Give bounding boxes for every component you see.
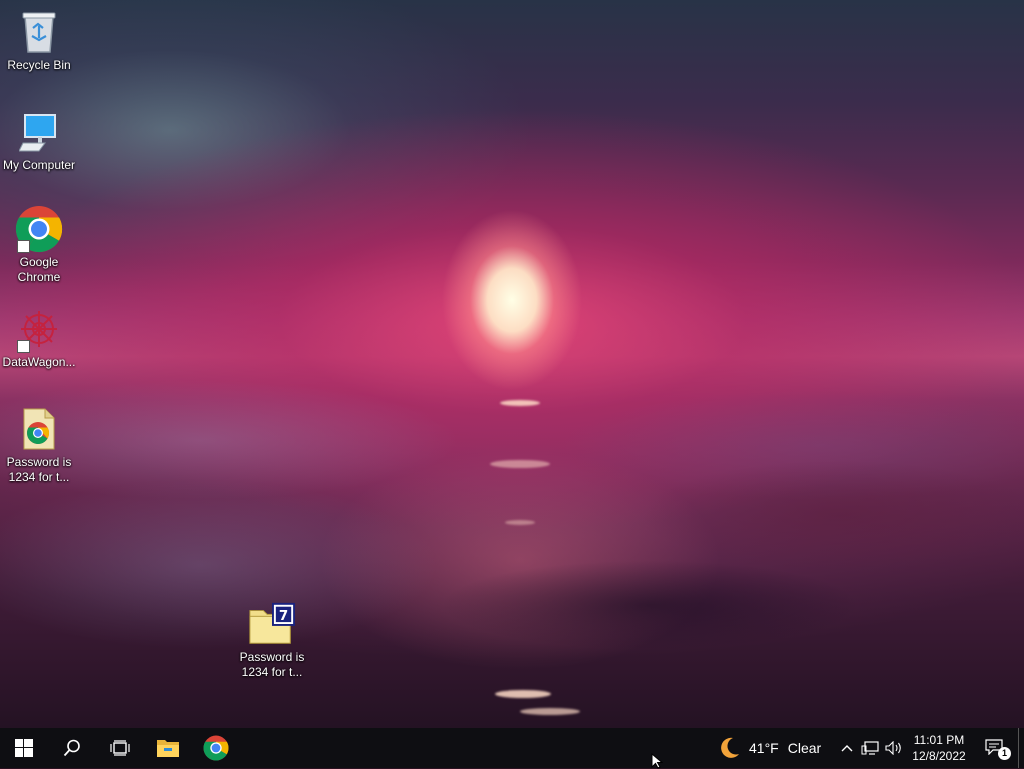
notification-count-badge: 1 <box>998 747 1011 760</box>
weather-temp: 41°F <box>749 740 779 756</box>
mouse-cursor-icon <box>651 753 663 769</box>
desktop-icon-datawagon[interactable]: DataWagon... <box>1 305 77 370</box>
notification-icon: 1 <box>985 739 1011 760</box>
weather-widget[interactable]: 41°F Clear <box>716 728 821 768</box>
search-button[interactable] <box>48 728 96 768</box>
taskbar-chrome[interactable] <box>192 728 240 768</box>
desktop-icon-label: Password is 1234 for t... <box>239 650 305 679</box>
desktop-icon-recycle-bin[interactable]: Recycle Bin <box>1 8 77 73</box>
desktop-icon-google-chrome[interactable]: Google Chrome <box>1 205 77 285</box>
desktop-icon-label: DataWagon... <box>2 355 76 369</box>
taskbar: 41°F Clear 11:01 PM 12/8/2022 1 <box>0 728 1024 768</box>
chrome-file-icon <box>15 405 63 453</box>
notification-center-button[interactable]: 1 <box>978 728 1012 768</box>
desktop-icon-password-archive[interactable]: 7 Password is 1234 for t... <box>234 600 310 680</box>
desktop-icon-label: Recycle Bin <box>7 58 71 72</box>
recycle-bin-icon <box>15 8 63 56</box>
windows-logo-icon <box>15 739 33 757</box>
show-desktop-button[interactable] <box>1018 728 1019 768</box>
chrome-icon <box>15 205 63 253</box>
chevron-up-icon[interactable] <box>836 744 858 752</box>
shortcut-arrow-icon <box>17 240 30 253</box>
weather-condition: Clear <box>787 740 822 756</box>
clock-date: 12/8/2022 <box>912 749 966 763</box>
desktop-icon-my-computer[interactable]: My Computer <box>1 108 77 173</box>
clock-time: 11:01 PM <box>913 733 965 747</box>
svg-text:7: 7 <box>279 609 288 624</box>
desktop-icon-label: Google Chrome <box>17 255 61 284</box>
desktop-icon-password-file[interactable]: Password is 1234 for t... <box>1 405 77 485</box>
volume-icon[interactable] <box>882 741 906 755</box>
desktop-wallpaper <box>0 0 1024 728</box>
file-explorer-icon <box>157 740 179 757</box>
moon-icon <box>721 737 739 758</box>
datawagon-icon <box>15 305 63 353</box>
task-view-icon <box>110 740 130 756</box>
desktop-icon-label: My Computer <box>2 158 76 172</box>
system-tray <box>836 728 906 768</box>
7zip-folder-icon: 7 <box>248 600 296 648</box>
task-view-button[interactable] <box>96 728 144 768</box>
search-icon <box>63 739 80 757</box>
start-button[interactable] <box>0 728 48 768</box>
clock[interactable]: 11:01 PM 12/8/2022 <box>904 728 974 768</box>
chrome-icon <box>203 735 229 761</box>
taskbar-file-explorer[interactable] <box>144 728 192 768</box>
network-icon[interactable] <box>858 741 882 755</box>
desktop-icon-label: Password is 1234 for t... <box>6 455 72 484</box>
shortcut-arrow-icon <box>17 340 30 353</box>
computer-icon <box>15 108 63 156</box>
